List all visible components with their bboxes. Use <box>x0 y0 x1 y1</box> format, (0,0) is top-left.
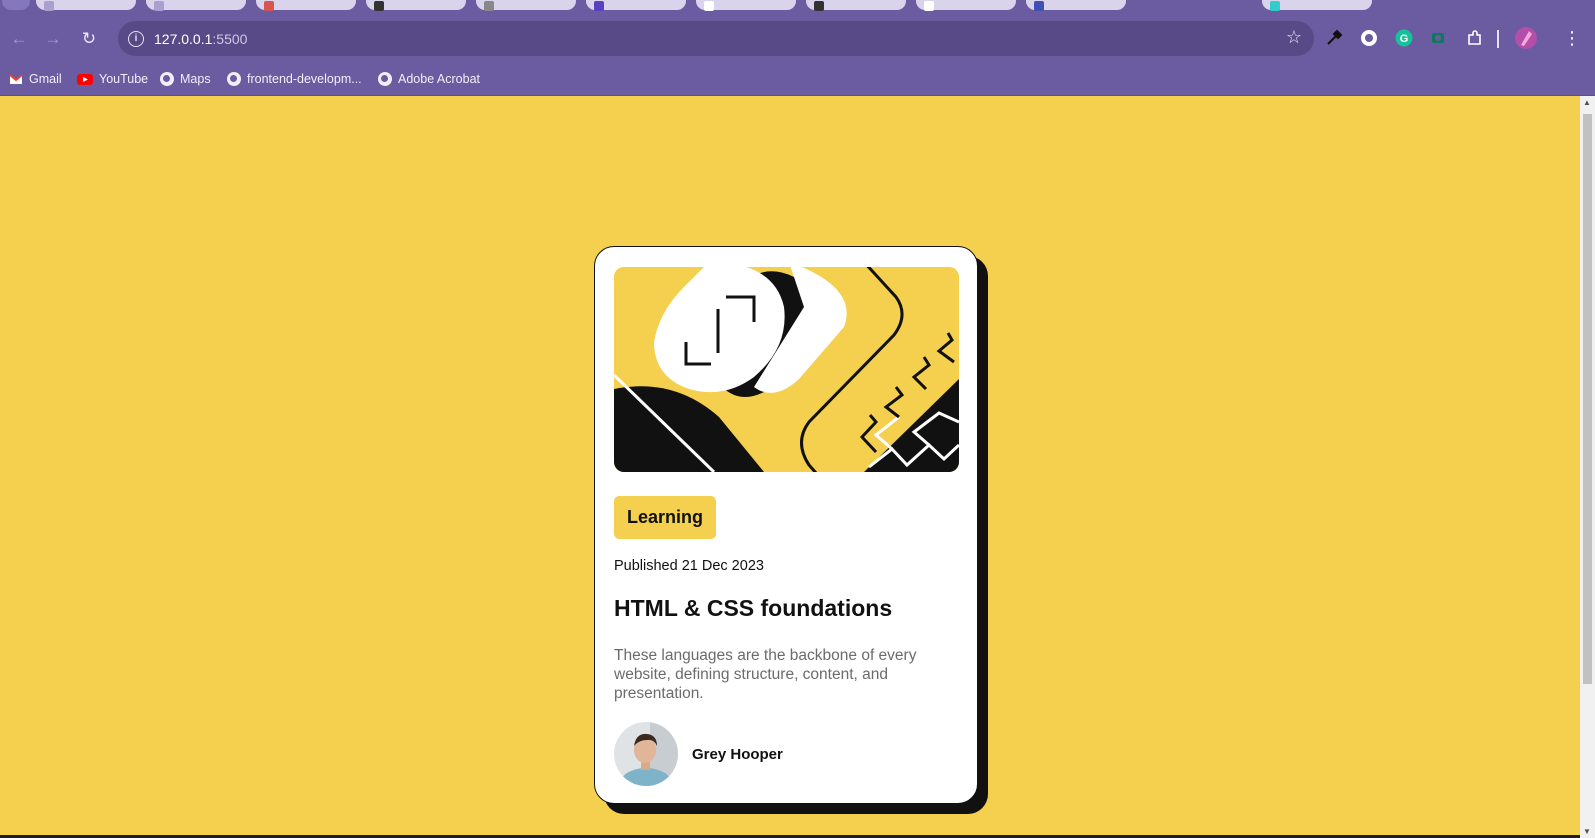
card-title[interactable]: HTML & CSS foundations <box>614 595 892 622</box>
browser-menu-icon[interactable]: ⋮ <box>1560 26 1584 50</box>
bookmarks-bar: Gmail YouTube Maps frontend-developm... … <box>0 63 1595 96</box>
browser-tab[interactable] <box>366 0 466 11</box>
card-description: These languages are the backbone of ever… <box>614 647 917 702</box>
browser-tab[interactable] <box>586 0 686 11</box>
browser-tab[interactable] <box>36 0 136 11</box>
gmail-icon <box>9 74 23 84</box>
category-tag: Learning <box>614 496 717 539</box>
page-scrollbar[interactable]: ▲ ▼ <box>1580 96 1595 838</box>
globe-icon <box>160 72 174 86</box>
browser-toolbar: ← → ↻ i 127.0.0.1:5500 ☆ G ⋮ <box>0 14 1595 63</box>
tab-strip <box>0 0 1595 14</box>
browser-tab[interactable] <box>146 0 246 11</box>
globe-icon <box>227 72 241 86</box>
browser-tab[interactable] <box>806 0 906 11</box>
blog-preview-card: Learning Published 21 Dec 2023 HTML & CS… <box>594 246 978 804</box>
bookmark-youtube[interactable]: YouTube <box>77 70 148 88</box>
scroll-up-arrow-icon[interactable]: ▲ <box>1583 98 1591 107</box>
grammarly-icon[interactable]: G <box>1392 26 1416 50</box>
card-illustration <box>614 267 959 472</box>
svg-text:G: G <box>1400 33 1409 45</box>
author: Grey Hooper <box>614 722 783 786</box>
eyedropper-extension-icon[interactable] <box>1322 26 1346 50</box>
url-text: 127.0.0.1:5500 <box>154 31 247 47</box>
screen-recorder-icon[interactable] <box>1427 26 1451 50</box>
tab-search-button[interactable] <box>2 0 30 10</box>
bookmark-maps[interactable]: Maps <box>160 70 211 88</box>
reload-button[interactable]: ↻ <box>74 24 104 54</box>
bookmark-adobe-acrobat[interactable]: Adobe Acrobat <box>378 70 480 88</box>
bookmark-gmail[interactable]: Gmail <box>9 70 62 88</box>
url-host: 127.0.0.1 <box>154 30 213 47</box>
profile-avatar[interactable] <box>1514 26 1538 50</box>
browser-tab[interactable] <box>916 0 1016 11</box>
globe-icon <box>378 72 392 86</box>
extensions-puzzle-icon[interactable] <box>1463 26 1487 50</box>
url-port: :5500 <box>212 30 248 47</box>
browser-tab[interactable] <box>1262 0 1372 11</box>
browser-tab[interactable] <box>476 0 576 11</box>
bookmark-label: Maps <box>180 72 211 86</box>
bookmark-label: YouTube <box>99 72 149 86</box>
extension-circle-icon[interactable] <box>1357 26 1381 50</box>
active-tab[interactable] <box>1156 0 1252 14</box>
bookmark-frontend-development[interactable]: frontend-developm... <box>227 70 362 88</box>
back-button[interactable]: ← <box>4 24 34 54</box>
author-name: Grey Hooper <box>692 745 783 763</box>
site-info-icon[interactable]: i <box>128 30 144 47</box>
forward-button[interactable]: → <box>38 24 68 54</box>
browser-tab[interactable] <box>696 0 796 11</box>
youtube-icon <box>77 74 93 85</box>
published-date: Published 21 Dec 2023 <box>614 558 764 574</box>
page-viewport: Learning Published 21 Dec 2023 HTML & CS… <box>0 96 1580 838</box>
toolbar-divider <box>1497 30 1499 48</box>
author-avatar <box>614 722 678 786</box>
scroll-down-arrow-icon[interactable]: ▼ <box>1583 827 1591 836</box>
scrollbar-thumb[interactable] <box>1583 114 1592 684</box>
bookmark-star-icon[interactable]: ☆ <box>1286 27 1302 48</box>
bookmark-label: Adobe Acrobat <box>398 72 481 86</box>
address-bar[interactable]: i 127.0.0.1:5500 ☆ <box>118 21 1314 56</box>
bookmark-label: frontend-developm... <box>247 72 362 86</box>
browser-tab[interactable] <box>256 0 356 11</box>
browser-tab[interactable] <box>1026 0 1126 11</box>
bookmark-label: Gmail <box>29 72 62 86</box>
